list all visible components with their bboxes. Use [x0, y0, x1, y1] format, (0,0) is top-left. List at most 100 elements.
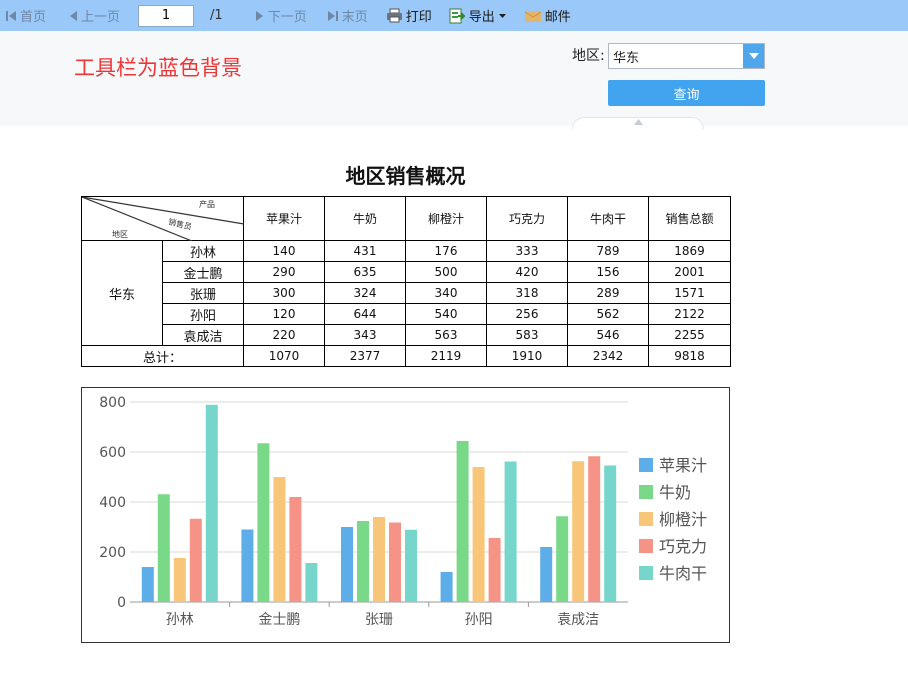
- value-cell: 343: [324, 324, 406, 346]
- x-tick-label: 袁成洁: [557, 612, 599, 628]
- x-tick-label: 金士鹏: [258, 612, 300, 628]
- value-cell: 140: [243, 240, 325, 262]
- bar: [556, 516, 569, 602]
- page-input[interactable]: 1: [138, 4, 195, 27]
- value-cell: 1869: [648, 240, 731, 262]
- bar: [588, 456, 601, 602]
- headline-text: 工具栏为蓝色背景: [74, 56, 242, 80]
- y-tick-label: 800: [99, 395, 126, 411]
- x-tick-label: 张珊: [365, 612, 393, 628]
- legend-swatch: [639, 512, 653, 526]
- column-header: 销售总额: [648, 196, 731, 241]
- envelope-icon: [524, 10, 542, 22]
- collapse-toggle[interactable]: [572, 117, 704, 129]
- legend-swatch: [639, 566, 653, 580]
- bar: [440, 572, 453, 602]
- export-button[interactable]: 导出: [449, 0, 507, 31]
- email-button[interactable]: 邮件: [524, 0, 571, 31]
- corner-header-cell: 产品 销售员 地区: [81, 196, 244, 241]
- bar: [205, 404, 218, 602]
- next-page-button[interactable]: 下一页: [255, 0, 307, 31]
- export-label: 导出: [468, 10, 495, 25]
- value-cell: 333: [486, 240, 568, 262]
- total-cell: 2377: [324, 345, 406, 367]
- total-row: 总计： 1070 2377 2119 1910 2342 9818: [81, 345, 731, 367]
- bar: [173, 558, 186, 602]
- column-header: 苹果汁: [243, 196, 325, 241]
- table-row: 华东 孙林 140 431 176 333 789 1869: [81, 240, 731, 346]
- bar: [157, 494, 170, 602]
- column-header: 巧克力: [486, 196, 568, 241]
- next-page-icon: [255, 10, 263, 21]
- email-label: 邮件: [544, 10, 571, 25]
- collapse-up-icon: [633, 119, 643, 125]
- value-cell: 324: [324, 282, 406, 304]
- value-cell: 120: [243, 303, 325, 325]
- legend-label: 牛奶: [659, 483, 691, 502]
- legend-swatch: [639, 458, 653, 472]
- first-page-icon: [6, 10, 16, 21]
- total-cell: 1070: [243, 345, 325, 367]
- value-cell: 431: [324, 240, 406, 262]
- bar: [488, 538, 501, 602]
- bar: [389, 522, 401, 602]
- legend-swatch: [639, 485, 653, 499]
- table-row: 金士鹏 290 635 500 420 156 2001: [82, 261, 731, 283]
- bar: [257, 443, 270, 602]
- region-select[interactable]: 华东: [608, 43, 765, 69]
- value-cell: 1571: [648, 282, 731, 304]
- value-cell: 290: [243, 261, 325, 283]
- bar: [604, 465, 617, 602]
- bar: [141, 567, 154, 602]
- bar: [357, 521, 369, 602]
- salesperson-cell: 孙林: [162, 240, 244, 262]
- bar: [189, 518, 202, 602]
- legend-label: 苹果汁: [659, 456, 707, 475]
- prev-page-button[interactable]: 上一页: [68, 0, 120, 31]
- print-button[interactable]: 打印: [386, 0, 432, 31]
- value-cell: 644: [324, 303, 406, 325]
- page-number-field[interactable]: 1: [138, 4, 195, 27]
- bar: [373, 517, 385, 602]
- chevron-down-icon: [498, 13, 506, 18]
- region-cell: 华东: [81, 240, 163, 346]
- value-cell: 156: [567, 261, 649, 283]
- dropdown-arrow-icon[interactable]: [743, 44, 764, 68]
- value-cell: 420: [486, 261, 568, 283]
- total-cell: 1910: [486, 345, 568, 367]
- value-cell: 635: [324, 261, 406, 283]
- legend-label: 柳橙汁: [659, 510, 707, 529]
- bar: [305, 563, 318, 602]
- value-cell: 256: [486, 303, 568, 325]
- value-cell: 340: [405, 282, 487, 304]
- value-cell: 540: [405, 303, 487, 325]
- last-page-button[interactable]: 末页: [327, 0, 368, 31]
- table-row: 张珊 300 324 340 318 289 1571: [82, 282, 731, 304]
- y-tick-label: 400: [99, 495, 126, 511]
- first-page-button[interactable]: 首页: [5, 0, 46, 31]
- query-button[interactable]: 查询: [608, 80, 765, 106]
- value-cell: 220: [243, 324, 325, 346]
- corner-label-region: 地区: [112, 230, 128, 239]
- bar: [289, 497, 302, 602]
- y-tick-label: 0: [117, 595, 126, 611]
- report-table: 产品 销售员 地区 苹果汁 牛奶 柳橙汁 巧克力 牛肉干 销售总额 华东 孙林 …: [81, 196, 731, 367]
- y-tick-label: 200: [99, 545, 126, 561]
- total-label: 总计：: [81, 345, 244, 367]
- value-cell: 500: [405, 261, 487, 283]
- value-cell: 789: [567, 240, 649, 262]
- value-cell: 2255: [648, 324, 731, 346]
- value-cell: 318: [486, 282, 568, 304]
- printer-icon: [386, 8, 402, 23]
- last-page-icon: [327, 10, 338, 21]
- export-icon: [449, 8, 466, 23]
- x-tick-label: 孙林: [166, 612, 194, 628]
- toolbar: 首页 上一页 1 /1 下一页 末页 打印 导出 邮件: [0, 0, 908, 31]
- column-header: 牛奶: [324, 196, 406, 241]
- value-cell: 2001: [648, 261, 731, 283]
- table-row: 袁成洁 220 343 563 583 546 2255: [82, 324, 731, 346]
- page-total: /1: [210, 8, 223, 23]
- corner-label-product: 产品: [199, 200, 215, 209]
- value-cell: 176: [405, 240, 487, 262]
- region-label: 地区:: [572, 48, 605, 64]
